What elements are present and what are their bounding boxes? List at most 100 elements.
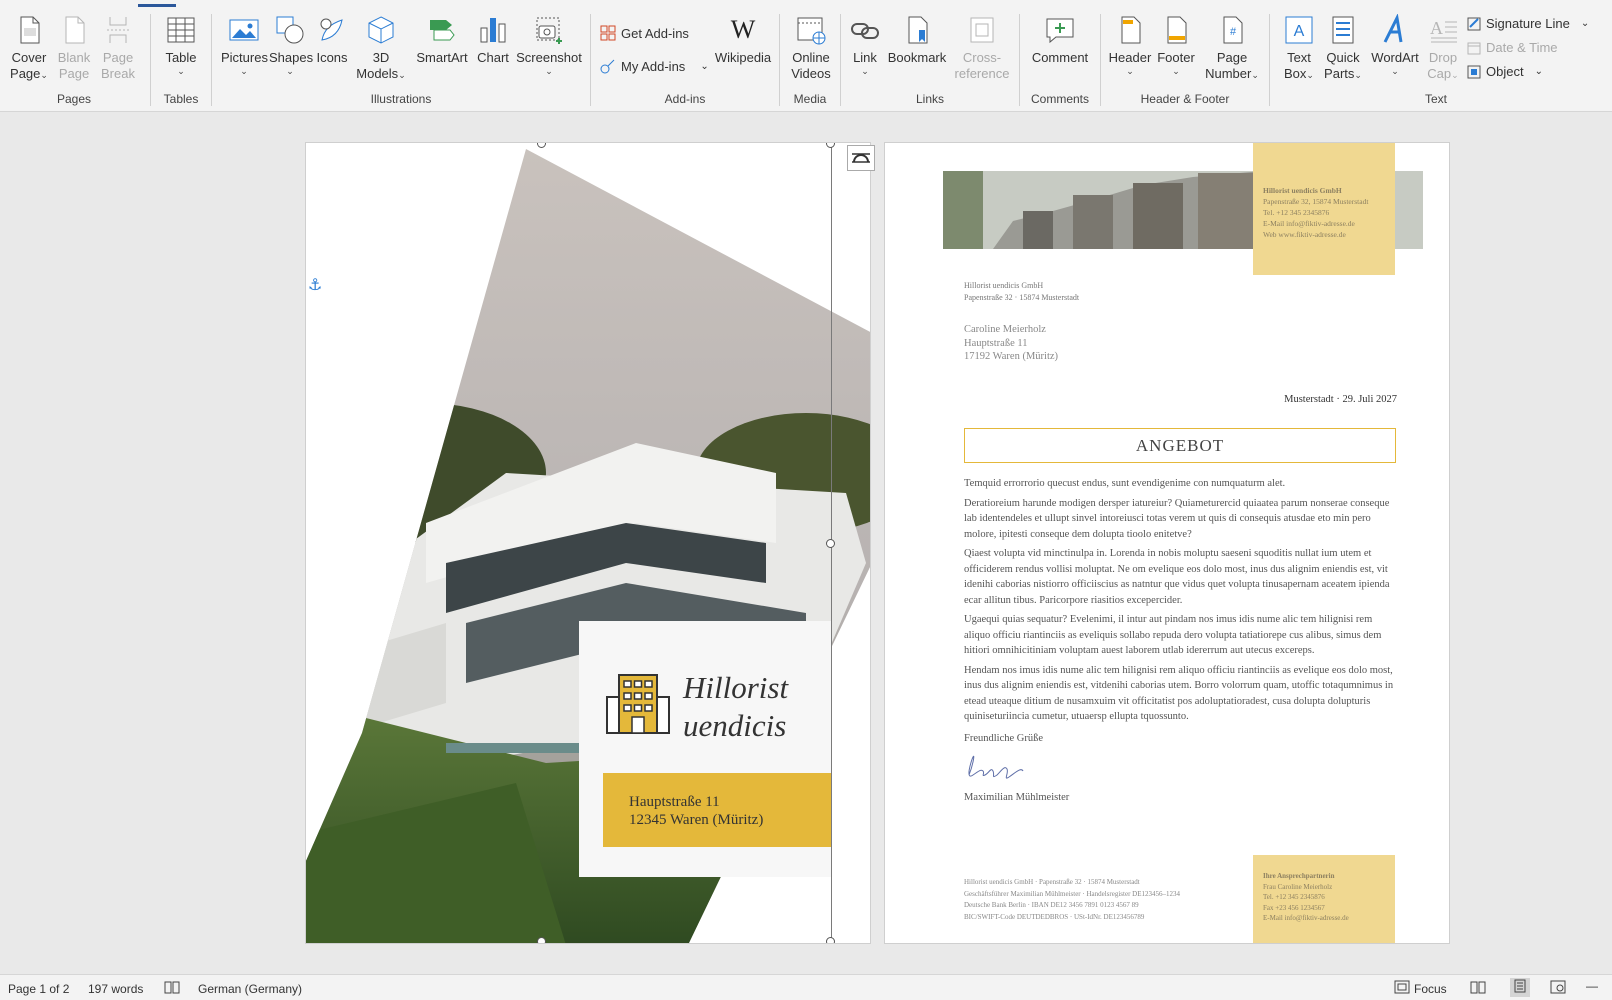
screenshot-button[interactable]: Screenshot ⌄ [515,14,583,76]
shapes-icon [276,16,304,44]
footer-contact-fax: Fax +23 456 1234567 [1263,903,1325,912]
footer-button[interactable]: Footer ⌄ [1154,14,1198,76]
group-label-tables: Tables [163,92,199,106]
icons-button[interactable]: Icons [313,14,351,66]
get-addins-label: Get Add-ins [621,25,689,41]
signature-icon [1467,17,1481,30]
comment-button[interactable]: Comment [1029,14,1091,66]
svg-text:A: A [1294,23,1305,40]
letter-closing: Freundliche Grüße [964,732,1044,744]
cover-page-button[interactable]: Cover Page⌄ [6,14,52,82]
footer-contact-tel: Tel. +12 345 2345876 [1263,893,1325,901]
resize-handle[interactable] [537,937,546,943]
signature-line-button[interactable]: Signature Line ⌄ [1467,16,1589,31]
shapes-button[interactable]: Shapes ⌄ [269,14,313,76]
quick-parts-button[interactable]: Quick Parts⌄ [1321,14,1365,82]
comment-icon [1046,18,1074,44]
get-addins-button[interactable]: Get Add-ins [600,25,689,41]
smartart-button[interactable]: SmartArt [413,14,471,66]
group-label-media: Media [793,92,827,106]
page-count[interactable]: Page 1 of 2 [8,982,69,996]
address-line1: Hauptstraße 11 [629,794,720,810]
group-addins: Get Add-ins My Add-ins ⌄ W Wikipedia Add… [592,8,778,112]
chart-button[interactable]: Chart [473,14,513,66]
resize-handle[interactable] [826,539,835,548]
header-info-name: Hillorist uendicis GmbH [1263,186,1342,195]
object-button[interactable]: Object ⌄ [1467,64,1543,79]
page-number-icon: # [1223,16,1243,44]
date-time-button[interactable]: Date & Time [1467,40,1558,55]
blank-page-label: Blank Page [57,50,91,81]
address-banner[interactable]: Hauptstraße 11 12345 Waren (Müritz) [603,773,831,847]
chevron-down-icon: ⌄ [1580,18,1590,29]
resize-handle[interactable] [826,937,835,943]
wikipedia-icon: W [731,15,756,44]
header-button[interactable]: Header ⌄ [1108,14,1152,76]
bookmark-icon [908,16,928,44]
footer-line: BIC/SWIFT-Code DEUTDEDBROS · USt-IdNr. D… [964,912,1145,921]
letter-signer: Maximilian Mühlmeister [964,792,1070,803]
recipient-line2: Hauptstraße 11 [964,337,1028,349]
letter-date: Musterstadt · 29. Juli 2027 [1284,394,1397,405]
document-page-cover[interactable]: Hillorist uendicis Hauptstraße 11 12345 … [305,142,871,944]
header-icon [1121,16,1141,44]
page-break-button[interactable]: Page Break [96,14,140,82]
chart-icon [480,18,506,43]
print-layout-icon[interactable] [1510,978,1530,997]
3d-models-button[interactable]: 3D Models⌄ [353,14,409,82]
group-label-links: Links [915,92,944,106]
link-button[interactable]: Link ⌄ [846,14,884,76]
word-count[interactable]: 197 words [88,982,143,996]
wikipedia-label: Wikipedia [714,50,772,65]
page-break-label: Page Break [101,50,135,81]
wikipedia-button[interactable]: W Wikipedia [710,14,776,66]
wordart-button[interactable]: WordArt ⌄ [1367,14,1423,76]
read-mode-icon[interactable] [1470,980,1486,997]
icons-icon [320,18,343,41]
cross-reference-button[interactable]: Cross- reference [950,14,1014,82]
letter-paragraph: Qiaest volupta vid minctinulpa in. Loren… [964,548,1390,606]
drop-cap-button[interactable]: A Drop Cap⌄ [1423,14,1463,82]
sender-line1: Hillorist uendicis GmbH [964,281,1044,290]
footer-contact-email: E-Mail info@fiktiv-adresse.de [1263,914,1349,922]
cross-reference-icon [970,17,994,43]
focus-button[interactable]: Focus [1414,982,1447,996]
screenshot-label: Screenshot [516,50,582,65]
company-name-line1: Hillorist [683,670,789,705]
header-label: Header [1108,50,1152,65]
group-media: Online Videos Media [781,8,839,112]
sender-line: Hillorist uendicis GmbH Papenstraße 32 ·… [964,280,1079,304]
group-pages: Cover Page⌄ Blank Page Page Break Pages [0,8,148,112]
table-button[interactable]: Table ⌄ [158,14,204,76]
text-box-button[interactable]: A Text Box⌄ [1279,14,1319,82]
smartart-icon [430,20,455,41]
letter-body[interactable]: Temquid errorrorio quecust endus, sunt e… [964,476,1396,750]
web-layout-icon[interactable] [1550,980,1566,997]
blank-page-button[interactable]: Blank Page [54,14,94,82]
company-name: Hillorist uendicis [683,669,788,745]
hotel-building-icon [606,674,670,734]
address-line2: 12345 Waren (Müritz) [629,812,764,828]
table-icon [167,17,195,43]
object-label: Object [1486,64,1524,79]
page-number-button[interactable]: # Page Number⌄ [1200,14,1264,82]
focus-icon[interactable] [1394,980,1410,997]
header-info-street: Papenstraße 32, 15874 Musterstadt [1263,197,1369,206]
pictures-button[interactable]: Pictures ⌄ [221,14,268,76]
svg-text:#: # [1230,26,1237,38]
group-links: Link ⌄ Bookmark Cross- reference Links [842,8,1018,112]
link-label: Link [853,50,877,65]
my-addins-button[interactable]: My Add-ins ⌄ [600,58,709,74]
language-indicator[interactable]: German (Germany) [198,982,302,996]
layout-options-button[interactable] [847,145,875,171]
zoom-out-icon[interactable]: — [1586,979,1598,993]
proofing-icon[interactable] [164,980,180,997]
anchor-icon[interactable]: ⚓ [308,275,322,295]
bookmark-button[interactable]: Bookmark [886,14,948,66]
footer-contact: Ihre Ansprechpartnerin Frau Caroline Mei… [1263,871,1349,924]
signature-image [968,755,1024,779]
3d-models-label: 3D Models [356,50,399,81]
document-page-letter[interactable]: Hillorist uendicis GmbH Papenstraße 32, … [884,142,1450,944]
online-videos-button[interactable]: Online Videos [785,14,837,82]
footer-contact-title: Ihre Ansprechpartnerin [1263,872,1335,880]
